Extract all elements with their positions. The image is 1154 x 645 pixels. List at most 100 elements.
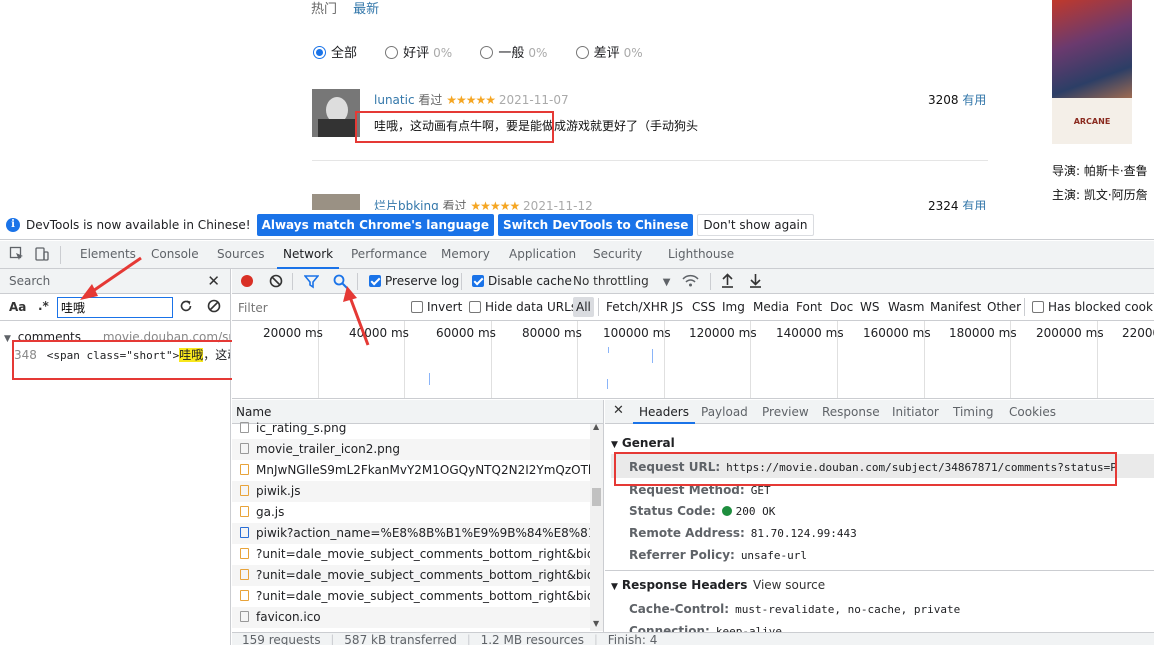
close-icon[interactable]: ✕ (613, 403, 624, 418)
douban-webpage: 热门 最新 全部 好评 0% 一般 0% 差评 0% lunatic 看过 ★★★★★… (0, 0, 1154, 210)
filter-type-font[interactable]: Font (796, 300, 822, 314)
tab-security[interactable]: Security (593, 247, 642, 261)
movie-poster[interactable]: ARCANE (1052, 0, 1132, 144)
tab-preview[interactable]: Preview (762, 405, 809, 419)
import-har-icon[interactable] (721, 273, 734, 292)
timeline-bar (608, 347, 609, 353)
radio-icon (480, 46, 494, 59)
request-row[interactable]: piwik?action_name=%E8%8B%B1%E9%9B%84%E8%… (232, 523, 590, 544)
disable-cache-checkbox[interactable]: Disable cache (472, 274, 572, 288)
clear-icon[interactable] (207, 299, 221, 317)
search-input[interactable] (57, 297, 173, 318)
tab-memory[interactable]: Memory (441, 247, 490, 261)
useful-vote: 2324 有用 (928, 197, 986, 210)
request-row[interactable]: ?unit=dale_movie_subject_comments_bottom… (232, 565, 590, 586)
clear-log-icon[interactable] (269, 274, 283, 292)
filter-type-other[interactable]: Other (987, 300, 1021, 314)
tab-performance[interactable]: Performance (351, 247, 427, 261)
tab-cookies[interactable]: Cookies (1009, 405, 1056, 419)
filter-type-js[interactable]: JS (672, 300, 683, 314)
search-result-file[interactable]: ▼ comments movie.douban.com/subj (0, 330, 230, 346)
request-row[interactable]: favicon.ico (232, 607, 590, 628)
tab-headers[interactable]: Headers (633, 405, 695, 424)
search-icon[interactable] (333, 274, 348, 293)
search-title: Search (9, 274, 51, 288)
filter-type-media[interactable]: Media (753, 300, 789, 314)
filter-type-img[interactable]: Img (722, 300, 745, 314)
timeline-tick-label: 180000 ms (949, 326, 1017, 340)
scrollbar-thumb[interactable] (592, 488, 601, 506)
dont-show-again-button[interactable]: Don't show again (697, 213, 814, 236)
comment-user[interactable]: lunatic (374, 93, 415, 107)
filter-type-css[interactable]: CSS (692, 300, 716, 314)
comment-user[interactable]: 烂片bbking (374, 199, 439, 210)
network-overview-timeline[interactable]: 20000 ms 40000 ms 60000 ms 80000 ms 1000… (232, 321, 1154, 399)
search-result-line[interactable]: 348 <span class="short">哇哦，这动… (0, 346, 230, 366)
export-har-icon[interactable] (749, 273, 762, 292)
inspect-element-icon[interactable] (9, 246, 25, 266)
tab-console[interactable]: Console (151, 247, 199, 261)
checkbox-icon (472, 275, 484, 287)
timeline-tick-label: 40000 ms (349, 326, 409, 340)
scroll-down-icon[interactable]: ▼ (593, 619, 599, 628)
tab-sources[interactable]: Sources (217, 247, 264, 261)
request-row[interactable]: ic_rating_s.png (232, 418, 590, 439)
filter-input[interactable] (234, 297, 399, 318)
preserve-log-checkbox[interactable]: Preserve log (369, 274, 459, 288)
filter-type-manifest[interactable]: Manifest (930, 300, 981, 314)
response-headers-section-header[interactable]: ▼ Response Headers (611, 578, 747, 592)
tab-application[interactable]: Application (509, 247, 576, 261)
view-source-link[interactable]: View source (753, 578, 825, 592)
regex-button[interactable]: .* (38, 299, 49, 313)
request-row[interactable]: piwik.js (232, 481, 590, 502)
column-name-header[interactable]: Name (236, 405, 271, 419)
tab-initiator[interactable]: Initiator (892, 405, 939, 419)
blocked-cookies-checkbox[interactable]: Has blocked cookies (1032, 300, 1154, 314)
avatar[interactable] (312, 194, 360, 210)
useful-button[interactable]: 有用 (962, 199, 986, 210)
filter-type-all[interactable]: All (573, 297, 594, 317)
request-row[interactable]: ga.js (232, 502, 590, 523)
filter-type-ws[interactable]: WS (860, 300, 879, 314)
rating-good[interactable]: 好评 0% (385, 46, 452, 61)
switch-chinese-button[interactable]: Switch DevTools to Chinese (497, 213, 694, 236)
hide-data-urls-checkbox[interactable]: Hide data URLs (469, 300, 577, 314)
sort-new-tab[interactable]: 最新 (353, 2, 379, 17)
invert-checkbox[interactable]: Invert (411, 300, 462, 314)
throttling-select[interactable]: No throttling ▼ (573, 274, 670, 288)
network-conditions-icon[interactable] (682, 273, 699, 292)
divider (605, 570, 1154, 571)
request-row[interactable]: ?unit=dale_movie_subject_comments_bottom… (232, 586, 590, 607)
request-list: Name ic_rating_s.png movie_trailer_icon2… (232, 400, 604, 645)
radio-icon (575, 46, 589, 59)
general-section-header[interactable]: ▼ General (611, 436, 675, 450)
request-row[interactable]: MnJwNGlleS9mL2FkanMvY2M1OGQyNTQ2N2I2YmQz… (232, 460, 590, 481)
refresh-icon[interactable] (179, 299, 193, 317)
sort-hot-tab[interactable]: 热门 (311, 2, 337, 17)
filter-type-doc[interactable]: Doc (830, 300, 853, 314)
filter-icon[interactable] (303, 274, 320, 293)
tab-network[interactable]: Network (276, 247, 340, 269)
filter-type-fetch[interactable]: Fetch/XHR (606, 300, 668, 314)
rating-all[interactable]: 全部 (313, 46, 357, 61)
request-row[interactable]: movie_trailer_icon2.png (232, 439, 590, 460)
tab-lighthouse[interactable]: Lighthouse (668, 247, 734, 261)
request-list-scrollbar[interactable]: ▲ ▼ (590, 422, 603, 631)
tab-payload[interactable]: Payload (701, 405, 748, 419)
filter-type-wasm[interactable]: Wasm (888, 300, 924, 314)
match-case-button[interactable]: Aa (9, 300, 26, 314)
match-language-button[interactable]: Always match Chrome's language (256, 213, 494, 236)
useful-button[interactable]: 有用 (962, 93, 986, 107)
image-file-icon (240, 422, 249, 433)
tab-response[interactable]: Response (822, 405, 880, 419)
rating-ok[interactable]: 一般 0% (480, 46, 547, 61)
close-icon[interactable]: ✕ (207, 272, 220, 290)
request-row[interactable]: ?unit=dale_movie_subject_comments_bottom… (232, 544, 590, 565)
rating-bad[interactable]: 差评 0% (575, 46, 643, 61)
avatar[interactable] (312, 89, 360, 137)
tab-elements[interactable]: Elements (80, 247, 136, 261)
record-icon[interactable] (240, 274, 254, 292)
tab-timing[interactable]: Timing (953, 405, 994, 419)
device-toolbar-icon[interactable] (34, 246, 50, 266)
scroll-up-icon[interactable]: ▲ (593, 422, 599, 431)
